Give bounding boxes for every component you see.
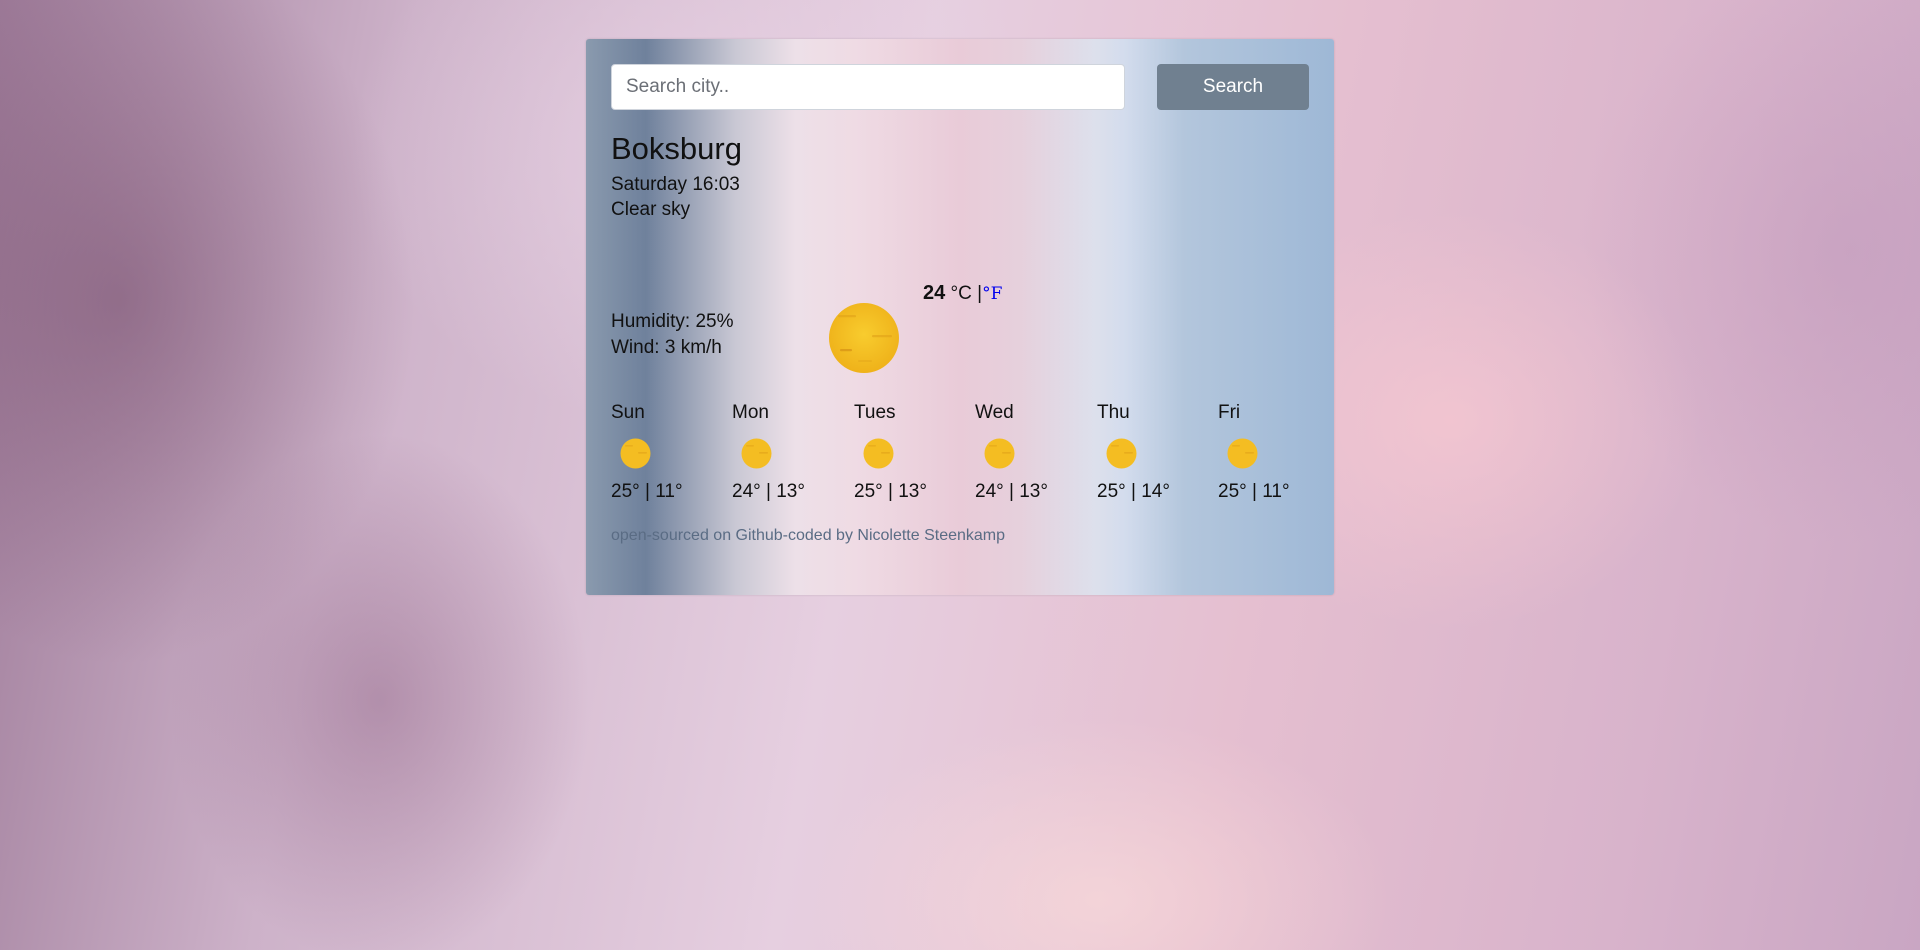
forecast-day-name: Sun <box>611 402 645 423</box>
forecast-temps: 25° | 14° <box>1097 481 1170 502</box>
city-name: Boksburg <box>611 131 742 166</box>
sun-icon <box>863 438 894 469</box>
forecast-day: Mon 24° | 13° <box>732 402 842 522</box>
weather-card: Search Boksburg Saturday 16:03 Clear sky… <box>586 39 1334 595</box>
forecast-day-name: Fri <box>1218 402 1241 423</box>
forecast-day-name: Tues <box>854 402 896 423</box>
search-input[interactable] <box>611 64 1125 110</box>
sun-icon <box>741 438 772 469</box>
unit-fahrenheit-link[interactable]: °F <box>982 284 1002 304</box>
forecast-temps: 25° | 11° <box>611 481 683 502</box>
sun-icon <box>620 438 651 469</box>
forecast: Sun 25° | 11° Mon 24° | 13° Tues 25° | 1… <box>611 402 1311 522</box>
sun-icon <box>829 303 899 373</box>
sun-icon <box>1106 438 1137 469</box>
unit-celsius[interactable]: °C | <box>951 283 983 304</box>
weather-description: Clear sky <box>611 199 691 220</box>
footer: open-sourced on Github-coded by Nicolett… <box>611 527 1005 545</box>
date-time: Saturday 16:03 <box>611 174 740 195</box>
footer-credit: coded by Nicolette Steenkamp <box>788 527 1006 544</box>
forecast-day: Thu 25° | 14° <box>1097 402 1207 522</box>
humidity: Humidity: 25% <box>611 311 734 332</box>
forecast-day-name: Thu <box>1097 402 1130 423</box>
wind-speed: Wind: 3 km/h <box>611 337 722 358</box>
github-link[interactable]: open-sourced on Github <box>611 527 783 544</box>
current-temperature: 24 °C |°F <box>923 282 1002 305</box>
forecast-temps: 25° | 11° <box>1218 481 1290 502</box>
forecast-temps: 24° | 13° <box>732 481 805 502</box>
forecast-temps: 25° | 13° <box>854 481 927 502</box>
forecast-day: Sun 25° | 11° <box>611 402 721 522</box>
forecast-day-name: Wed <box>975 402 1014 423</box>
forecast-day: Wed 24° | 13° <box>975 402 1085 522</box>
sun-icon <box>1227 438 1258 469</box>
forecast-day: Fri 25° | 11° <box>1218 402 1328 522</box>
sun-icon <box>984 438 1015 469</box>
forecast-day: Tues 25° | 13° <box>854 402 964 522</box>
temperature-value: 24 <box>923 282 946 304</box>
search-button[interactable]: Search <box>1157 64 1309 110</box>
forecast-temps: 24° | 13° <box>975 481 1048 502</box>
forecast-day-name: Mon <box>732 402 769 423</box>
